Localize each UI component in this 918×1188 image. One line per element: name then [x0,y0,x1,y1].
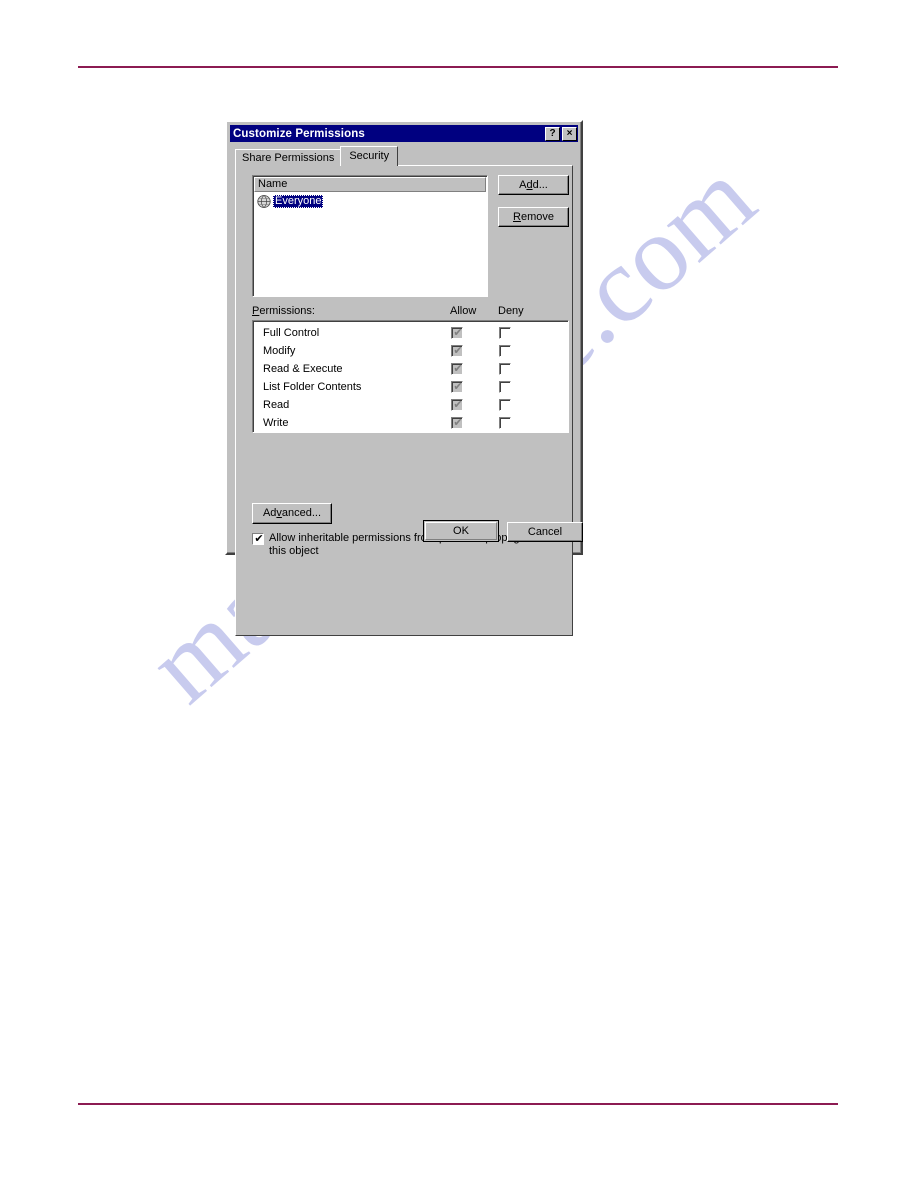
table-row[interactable]: Read & Execute ✔ [255,361,566,379]
permissions-label: Permissions: [252,305,315,317]
deny-checkbox[interactable] [499,417,511,429]
table-row[interactable]: Write ✔ [255,415,566,433]
permission-name: Read & Execute [263,363,343,375]
ok-button[interactable]: OK [423,520,499,542]
globe-icon [257,195,271,208]
allow-column-header: Allow [450,305,477,317]
deny-checkbox[interactable] [499,399,511,411]
help-icon[interactable]: ? [545,126,560,141]
permission-name: Read [263,399,290,411]
permission-name: List Folder Contents [263,381,362,393]
name-column-header[interactable]: Name [254,177,486,192]
close-icon[interactable]: × [562,126,577,141]
permission-name: Write [263,417,289,429]
security-tab-panel: Name Everyone Add... Remove Permissions: [235,165,573,636]
page-rule-top [78,66,838,68]
deny-column-header: Deny [498,305,524,317]
table-row[interactable]: Full Control ✔ [255,325,566,343]
deny-checkbox[interactable] [499,345,511,357]
dialog-title: Customize Permissions [233,127,365,140]
deny-checkbox[interactable] [499,327,511,339]
customize-permissions-dialog: Customize Permissions ? × Share Permissi… [225,120,583,636]
list-item-label: Everyone [273,195,324,208]
advanced-button[interactable]: Advanced... [252,503,332,524]
name-listbox[interactable]: Name Everyone [252,175,488,297]
permission-name: Full Control [263,327,320,339]
titlebar[interactable]: Customize Permissions ? × [230,125,578,142]
allow-checkbox[interactable]: ✔ [451,345,463,357]
deny-checkbox[interactable] [499,363,511,375]
allow-checkbox[interactable]: ✔ [451,417,463,429]
allow-inheritable-permissions-checkbox[interactable]: ✔ [252,533,264,545]
deny-checkbox[interactable] [499,381,511,393]
permissions-list[interactable]: Full Control ✔ Modify ✔ Read & Execute ✔… [252,320,569,433]
allow-checkbox[interactable]: ✔ [451,327,463,339]
page-rule-bottom [78,1103,838,1105]
table-row[interactable]: Modify ✔ [255,343,566,361]
titlebar-buttons: ? × [545,126,578,141]
name-list-rows: Everyone [255,194,485,294]
remove-button[interactable]: Remove [498,207,569,227]
tabstrip: Share Permissions Security [235,146,399,166]
tab-security[interactable]: Security [340,146,399,166]
allow-checkbox[interactable]: ✔ [451,399,463,411]
allow-checkbox[interactable]: ✔ [451,363,463,375]
table-row[interactable]: List Folder Contents ✔ [255,379,566,397]
list-item[interactable]: Everyone [255,194,485,209]
table-row[interactable]: Read ✔ [255,397,566,415]
allow-checkbox[interactable]: ✔ [451,381,463,393]
add-button[interactable]: Add... [498,175,569,195]
permission-name: Modify [263,345,296,357]
permissions-rows: Full Control ✔ Modify ✔ Read & Execute ✔… [255,325,566,433]
tab-share-permissions[interactable]: Share Permissions [235,149,342,166]
cancel-button[interactable]: Cancel [507,522,583,542]
ok-button-label: OK [425,522,497,540]
